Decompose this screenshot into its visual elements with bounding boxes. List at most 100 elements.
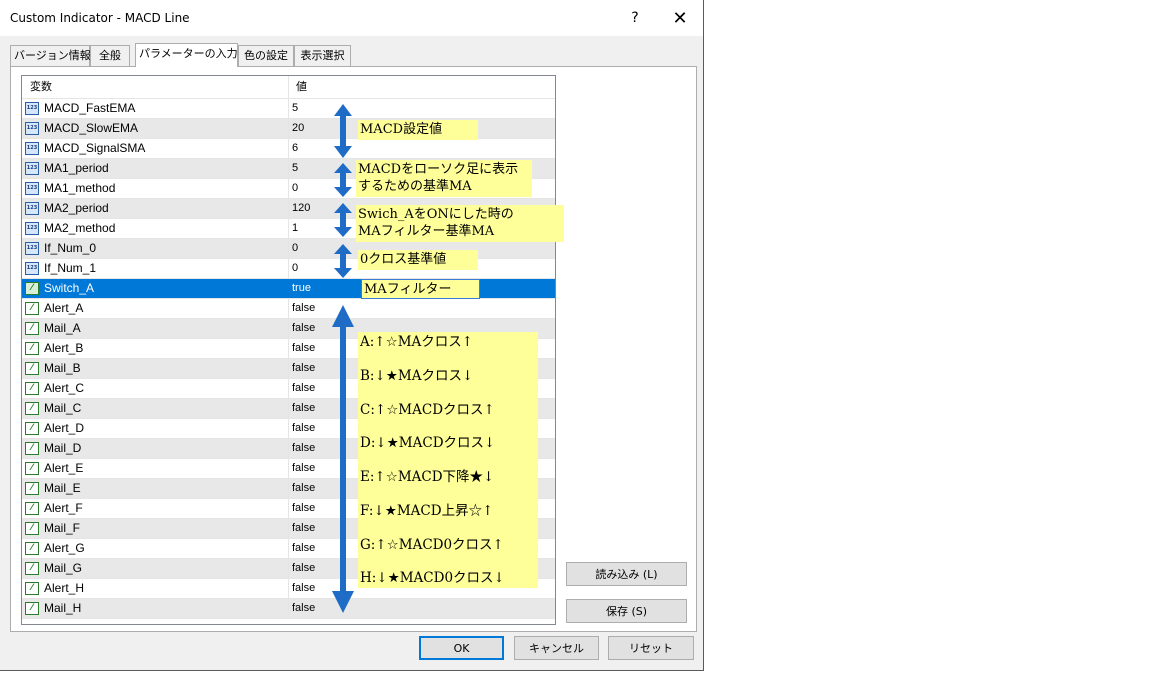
window-title: Custom Indicator - MACD Line [10, 11, 190, 25]
column-header-value[interactable]: 値 [296, 76, 307, 98]
annotation-zero-cross: 0クロス基準値 [358, 250, 478, 270]
alert-legend-c: C:↑☆MACDクロス↑ [360, 401, 495, 418]
parameter-name: MA2_period [44, 201, 109, 215]
cell-divider [288, 479, 289, 498]
alert-legend-d: D:↓★MACDクロス↓ [360, 435, 496, 452]
cell-divider [288, 299, 289, 318]
parameter-name: Alert_H [44, 581, 85, 595]
cell-divider [288, 399, 289, 418]
save-button[interactable]: 保存 (S) [566, 599, 687, 623]
parameter-value[interactable]: false [292, 419, 315, 438]
parameter-value[interactable]: false [292, 479, 315, 498]
parameter-value[interactable]: 1 [292, 219, 298, 238]
parameter-value[interactable]: false [292, 399, 315, 418]
parameter-name: Mail_A [44, 321, 81, 335]
parameter-name: Mail_E [44, 481, 81, 495]
alert-legend-b: B:↓★MAクロス↓ [360, 367, 474, 384]
tab-version-info[interactable]: バージョン情報 [10, 45, 91, 66]
bool-type-icon: ⁄ [25, 302, 39, 315]
parameter-value[interactable]: 5 [292, 159, 298, 178]
parameter-value[interactable]: false [292, 439, 315, 458]
parameter-value[interactable]: false [292, 459, 315, 478]
tab-bar: バージョン情報 全般 パラメーターの入力 色の設定 表示選択 [10, 43, 700, 67]
alert-legend-h: H:↓★MACD0クロス↓ [360, 570, 505, 587]
parameter-value[interactable]: 0 [292, 179, 298, 198]
cell-divider [288, 579, 289, 598]
parameter-name: If_Num_0 [44, 241, 97, 255]
bool-type-icon: ⁄ [25, 462, 39, 475]
parameter-row[interactable]: 123 MACD_SignalSMA 6 [22, 139, 555, 159]
parameter-value[interactable]: false [292, 519, 315, 538]
column-divider[interactable] [288, 76, 289, 98]
parameter-value[interactable]: 0 [292, 259, 298, 278]
reset-button[interactable]: リセット [608, 636, 694, 660]
parameter-row[interactable]: ⁄ Mail_H false [22, 599, 555, 619]
cell-divider [288, 339, 289, 358]
cell-divider [288, 259, 289, 278]
bool-type-icon: ⁄ [25, 542, 39, 555]
cell-divider [288, 219, 289, 238]
parameter-name: Alert_D [44, 421, 85, 435]
annotation-macd-settings: MACD設定値 [358, 120, 478, 140]
parameter-value[interactable]: 0 [292, 239, 298, 258]
tab-parameter-input[interactable]: パラメーターの入力 [135, 43, 238, 67]
parameter-value[interactable]: false [292, 559, 315, 578]
parameter-name: Alert_A [44, 301, 84, 315]
cancel-button[interactable]: キャンセル [514, 636, 599, 660]
annotation-ma-filter: MAフィルター [361, 279, 480, 299]
parameter-value[interactable]: false [292, 359, 315, 378]
parameter-value[interactable]: false [292, 299, 315, 318]
custom-indicator-dialog: Custom Indicator - MACD Line ? ✕ バージョン情報… [0, 0, 704, 671]
bool-type-icon: ⁄ [25, 402, 39, 415]
parameter-value[interactable]: 6 [292, 139, 298, 158]
double-arrow-icon [334, 203, 352, 237]
tab-general[interactable]: 全般 [90, 45, 130, 66]
parameter-value[interactable]: false [292, 319, 315, 338]
parameter-value[interactable]: 120 [292, 199, 310, 218]
cell-divider [288, 519, 289, 538]
cell-divider [288, 199, 289, 218]
cell-divider [288, 139, 289, 158]
parameter-value[interactable]: false [292, 379, 315, 398]
bool-type-icon: ⁄ [25, 562, 39, 575]
bool-type-icon: ⁄ [25, 602, 39, 615]
parameter-value[interactable]: false [292, 579, 315, 598]
cell-divider [288, 319, 289, 338]
help-button[interactable]: ? [615, 4, 655, 32]
parameter-row[interactable]: ⁄ Alert_A false [22, 299, 555, 319]
annotation-ma2: Swich_AをONにした時の MAフィルター基準MA [356, 205, 564, 242]
parameter-name: Alert_E [44, 461, 84, 475]
bool-type-icon: ⁄ [25, 482, 39, 495]
int-type-icon: 123 [25, 262, 39, 275]
parameter-value[interactable]: false [292, 339, 315, 358]
parameter-row[interactable]: 123 MACD_FastEMA 5 [22, 99, 555, 119]
annotation-text: 0クロス基準値 [360, 252, 447, 267]
parameter-value[interactable]: 20 [292, 119, 304, 138]
bool-type-icon: ⁄ [25, 422, 39, 435]
parameter-value[interactable]: true [292, 279, 311, 298]
close-button[interactable]: ✕ [660, 4, 700, 32]
bool-type-icon: ⁄ [25, 382, 39, 395]
int-type-icon: 123 [25, 162, 39, 175]
cell-divider [288, 459, 289, 478]
parameter-name: Alert_F [44, 501, 83, 515]
tab-display-select[interactable]: 表示選択 [294, 45, 351, 66]
parameter-value[interactable]: false [292, 599, 315, 618]
parameter-value[interactable]: false [292, 499, 315, 518]
bool-type-icon: ⁄ [25, 442, 39, 455]
load-button[interactable]: 読み込み (L) [566, 562, 687, 586]
tab-color-settings[interactable]: 色の設定 [238, 45, 294, 66]
parameter-name: MA1_method [44, 181, 116, 195]
column-header-variable[interactable]: 変数 [30, 76, 52, 98]
cell-divider [288, 359, 289, 378]
double-arrow-icon [334, 104, 352, 158]
int-type-icon: 123 [25, 202, 39, 215]
parameter-value[interactable]: 5 [292, 99, 298, 118]
parameter-name: Alert_C [44, 381, 85, 395]
grid-header: 変数 値 [22, 76, 555, 99]
parameter-value[interactable]: false [292, 539, 315, 558]
parameter-name: Switch_A [44, 281, 95, 295]
cell-divider [288, 379, 289, 398]
double-arrow-icon [334, 244, 352, 278]
ok-button[interactable]: OK [419, 636, 504, 660]
